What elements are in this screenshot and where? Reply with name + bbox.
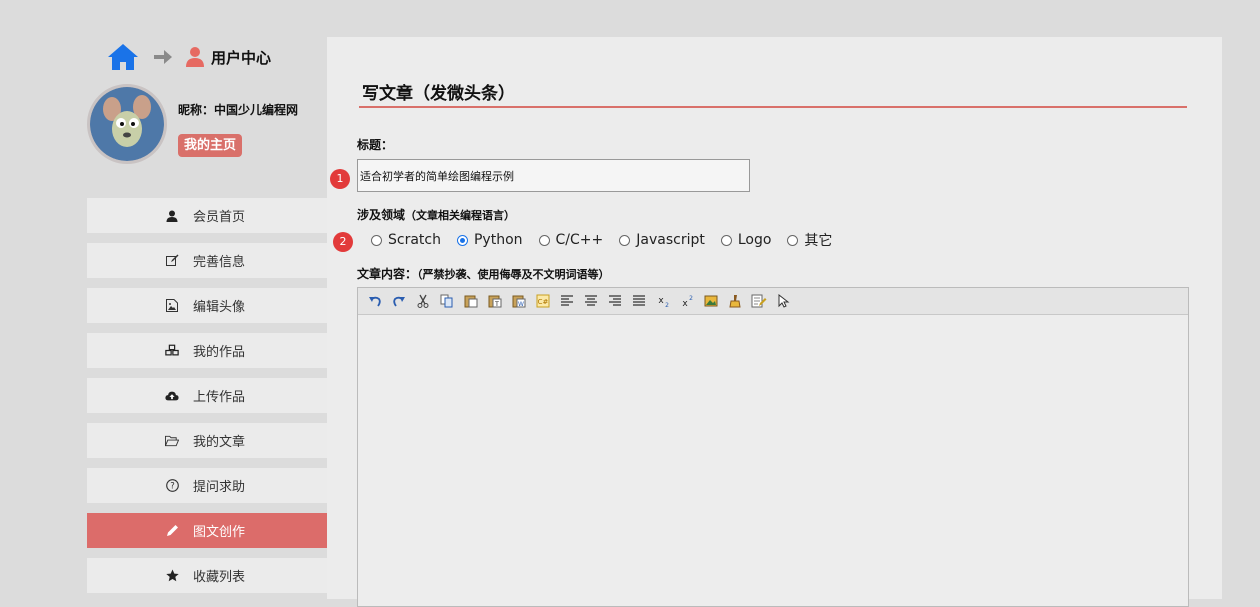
svg-text:x: x <box>682 299 688 308</box>
copy-icon[interactable] <box>438 292 456 310</box>
align-right-icon[interactable] <box>606 292 624 310</box>
domain-label-text: 涉及领域 <box>357 208 406 222</box>
sidebar-item-label: 完善信息 <box>193 255 246 270</box>
sidebar-item-member-home[interactable]: 会员首页 <box>87 198 327 233</box>
question-icon: ? <box>165 479 179 493</box>
domain-hint: （文章相关编程语言） <box>405 209 516 222</box>
sidebar-item-label: 上传作品 <box>193 390 246 405</box>
svg-text:x: x <box>658 296 664 306</box>
avatar[interactable] <box>87 84 167 164</box>
content-label-text: 文章内容： <box>357 267 418 281</box>
justify-icon[interactable] <box>630 292 648 310</box>
user-icon <box>165 209 179 223</box>
sidebar-item-label: 我的文章 <box>193 435 246 450</box>
radio-scratch[interactable]: Scratch <box>371 232 441 248</box>
svg-text:T: T <box>494 301 499 308</box>
select-icon[interactable] <box>774 292 792 310</box>
page-title: 写文章（发微头条） <box>362 84 515 104</box>
pencil-icon <box>165 524 179 538</box>
radio-dot[interactable] <box>720 234 732 246</box>
svg-text:2: 2 <box>665 302 669 308</box>
svg-text:?: ? <box>170 482 175 492</box>
radio-label: Javascript <box>636 232 705 248</box>
radio-dot[interactable] <box>619 234 631 246</box>
superscript-icon[interactable]: x2 <box>678 292 696 310</box>
title-input[interactable] <box>357 159 750 192</box>
radio-dot[interactable] <box>538 234 550 246</box>
undo-icon[interactable] <box>366 292 384 310</box>
editor-toolbar: T W C# x2 x2 <box>358 288 1188 315</box>
clear-format-icon[interactable] <box>726 292 744 310</box>
code-icon[interactable]: C# <box>534 292 552 310</box>
radio-dot[interactable] <box>787 234 799 246</box>
radio-dot[interactable] <box>456 234 468 246</box>
nickname: 昵称：中国少儿编程网 <box>178 103 299 117</box>
radio-logo[interactable]: Logo <box>720 232 772 248</box>
image-icon <box>165 299 179 313</box>
cubes-icon <box>165 344 179 358</box>
radio-label: C/C++ <box>555 232 604 248</box>
breadcrumb-title: 用户中心 <box>211 48 272 67</box>
sidebar-item-my-articles[interactable]: 我的文章 <box>87 423 327 458</box>
domain-radio-group: Scratch Python C/C++ Javascript Logo 其它 <box>371 230 848 250</box>
main-panel: 写文章（发微头条） 标题： 1 涉及领域（文章相关编程语言） 2 Scratch… <box>327 37 1222 607</box>
sidebar-item-favorites[interactable]: 收藏列表 <box>87 558 327 593</box>
svg-text:W: W <box>518 301 524 308</box>
radio-other[interactable]: 其它 <box>787 230 832 250</box>
redo-icon[interactable] <box>390 292 408 310</box>
sidebar-item-edit-info[interactable]: 完善信息 <box>87 243 327 278</box>
radio-python[interactable]: Python <box>456 232 523 248</box>
radio-label: Scratch <box>388 232 441 248</box>
sidebar-item-graphic-creation[interactable]: 图文创作 <box>87 513 327 548</box>
sidebar-item-label: 编辑头像 <box>193 300 246 315</box>
my-homepage-button[interactable]: 我的主页 <box>178 134 243 157</box>
star-icon <box>165 569 179 583</box>
sidebar-item-label: 我的作品 <box>193 345 246 360</box>
radio-label: 其它 <box>804 233 833 249</box>
cut-icon[interactable] <box>414 292 432 310</box>
domain-label: 涉及领域（文章相关编程语言） <box>357 206 515 223</box>
mouse-avatar-icon <box>90 87 164 161</box>
arrow-right-icon <box>154 50 172 64</box>
svg-text:C#: C# <box>538 298 549 306</box>
sidebar-menu: 会员首页 完善信息 编辑头像 我的作品 上传作品 我的文章 ? 提问求助 图文创… <box>87 198 327 603</box>
folder-open-icon <box>165 434 179 448</box>
radio-c-cpp[interactable]: C/C++ <box>538 232 604 248</box>
radio-dot[interactable] <box>371 234 382 246</box>
paste-icon[interactable] <box>462 292 480 310</box>
sidebar-item-label: 收藏列表 <box>193 570 246 585</box>
step-badge-1: 1 <box>330 169 350 189</box>
sidebar: 用户中心 昵称：中国少儿编程网 我的主页 会员首页 完善信息 编辑头像 我的作品… <box>87 37 327 599</box>
paste-text-icon[interactable]: T <box>486 292 504 310</box>
align-left-icon[interactable] <box>558 292 576 310</box>
content-hint: （严禁抄袭、使用侮辱及不文明词语等） <box>417 268 610 281</box>
user-icon <box>186 47 204 67</box>
editor-content-area[interactable] <box>358 315 1188 606</box>
paste-word-icon[interactable]: W <box>510 292 528 310</box>
title-label: 标题： <box>357 138 394 152</box>
svg-text:2: 2 <box>689 295 693 302</box>
sidebar-item-label: 会员首页 <box>193 210 246 225</box>
cloud-upload-icon <box>165 389 179 403</box>
rich-text-editor: T W C# x2 x2 <box>357 287 1189 607</box>
subscript-icon[interactable]: x2 <box>654 292 672 310</box>
content-label: 文章内容：（严禁抄袭、使用侮辱及不文明词语等） <box>357 265 610 282</box>
home-icon[interactable] <box>107 43 139 71</box>
insert-image-icon[interactable] <box>702 292 720 310</box>
edit-icon <box>165 254 179 268</box>
step-badge-2: 2 <box>333 232 353 252</box>
align-center-icon[interactable] <box>582 292 600 310</box>
title-divider <box>359 106 1187 108</box>
radio-javascript[interactable]: Javascript <box>619 232 705 248</box>
sidebar-item-edit-avatar[interactable]: 编辑头像 <box>87 288 327 323</box>
sidebar-item-upload-works[interactable]: 上传作品 <box>87 378 327 413</box>
breadcrumb: 用户中心 <box>107 39 271 75</box>
radio-label: Python <box>473 232 523 248</box>
sidebar-item-label: 提问求助 <box>193 480 246 495</box>
sidebar-item-ask-help[interactable]: ? 提问求助 <box>87 468 327 503</box>
radio-label: Logo <box>737 232 772 248</box>
edit-source-icon[interactable] <box>750 292 768 310</box>
sidebar-item-my-works[interactable]: 我的作品 <box>87 333 327 368</box>
sidebar-item-label: 图文创作 <box>193 525 246 540</box>
